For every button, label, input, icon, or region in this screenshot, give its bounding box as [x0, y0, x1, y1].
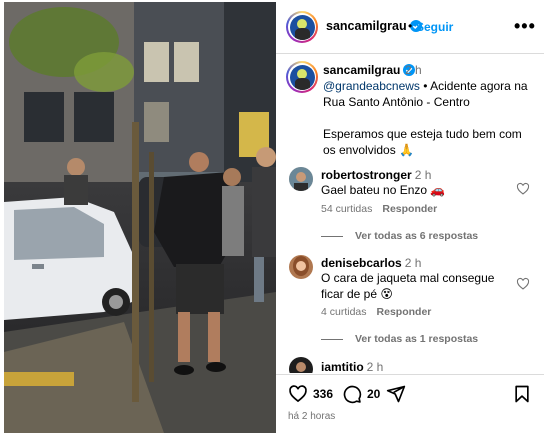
comment-like-icon[interactable]	[516, 182, 530, 196]
share-icon[interactable]	[386, 384, 406, 404]
more-icon[interactable]: •••	[514, 16, 536, 37]
comment-avatar[interactable]	[289, 357, 313, 373]
header-separator: •	[408, 19, 413, 33]
comment-likes[interactable]: 4 curtidas	[321, 306, 367, 318]
comment-likes[interactable]: 54 curtidas	[321, 203, 372, 215]
post-details-panel: sancamilgrau • Seguir ••• sancamilgrau 2…	[276, 0, 544, 433]
view-replies-button[interactable]: Ver todas as 6 respostas	[321, 230, 478, 242]
comment-meta: 4 curtidas Responder	[321, 306, 441, 318]
author-username-text[interactable]: sancamilgrau	[326, 19, 407, 33]
comment-avatar-image	[289, 255, 313, 279]
caption-avatar[interactable]	[286, 61, 318, 93]
share-action[interactable]	[386, 384, 406, 404]
comment-text: O cara de jaqueta mal consegue ficar de …	[321, 271, 495, 301]
save-icon[interactable]	[512, 384, 532, 404]
comment-avatar[interactable]	[289, 255, 313, 279]
comment-avatar-image	[289, 357, 313, 373]
comments-scroll-area[interactable]: sancamilgrau 2 h @grandeabcnews • Aciden…	[276, 55, 544, 373]
video-frame-illustration	[4, 2, 276, 433]
view-replies-label[interactable]: Ver todas as 1 respostas	[355, 333, 478, 345]
comment-username[interactable]: denisebcarlos 2 h	[321, 256, 421, 270]
comment-username[interactable]: robertostronger 2 h	[321, 168, 431, 182]
view-replies-button[interactable]: Ver todas as 1 respostas	[321, 333, 478, 345]
caption-text-line2: Esperamos que esteja tudo bem com os env…	[323, 127, 522, 157]
post-header: sancamilgrau • Seguir •••	[276, 0, 544, 54]
save-action[interactable]	[512, 384, 532, 404]
comment-meta: 54 curtidas Responder	[321, 203, 447, 215]
comment-time: 2 h	[366, 360, 384, 373]
comment-username-text[interactable]: denisebcarlos	[321, 256, 402, 270]
comment-action[interactable]: 20	[342, 384, 380, 404]
comment-time: 2 h	[404, 256, 422, 270]
caption-mention-link[interactable]: @grandeabcnews	[323, 79, 420, 93]
post-time-ago: há 2 horas	[288, 411, 336, 422]
comment-time: 2 h	[414, 168, 432, 182]
heart-icon[interactable]	[288, 384, 308, 404]
caption-time: 2 h	[405, 63, 422, 77]
comment-avatar[interactable]	[289, 167, 313, 191]
comment-username-text[interactable]: iamtitio	[321, 360, 364, 373]
comment-avatar-image	[289, 167, 313, 191]
comment-icon[interactable]	[342, 384, 362, 404]
post-actions-bar: 336 20 há 2 horas	[276, 374, 544, 433]
follow-button[interactable]: Seguir	[416, 20, 453, 34]
comments-count[interactable]: 20	[367, 387, 380, 401]
comment-like-icon[interactable]	[516, 277, 530, 291]
comment-reply-button[interactable]: Responder	[382, 203, 437, 215]
caption-username-text[interactable]: sancamilgrau	[323, 63, 400, 77]
post-video[interactable]	[4, 2, 276, 433]
replies-divider	[321, 235, 343, 237]
likes-count[interactable]: 336	[313, 387, 333, 401]
comment-username[interactable]: iamtitio 2 h	[321, 360, 383, 373]
comment-reply-button[interactable]: Responder	[377, 306, 432, 318]
author-avatar[interactable]	[286, 11, 318, 43]
caption-username[interactable]: sancamilgrau	[323, 63, 416, 77]
comment-username-text[interactable]: robertostronger	[321, 168, 412, 182]
comment-text: Gael bateu no Enzo 🚗	[321, 183, 446, 197]
replies-divider	[321, 338, 343, 340]
like-action[interactable]: 336	[288, 384, 333, 404]
caption-text: @grandeabcnews • Acidente agora na Rua S…	[323, 78, 533, 158]
instagram-post-window: sancamilgrau • Seguir ••• sancamilgrau 2…	[0, 0, 544, 433]
view-replies-label[interactable]: Ver todas as 6 respostas	[355, 230, 478, 242]
